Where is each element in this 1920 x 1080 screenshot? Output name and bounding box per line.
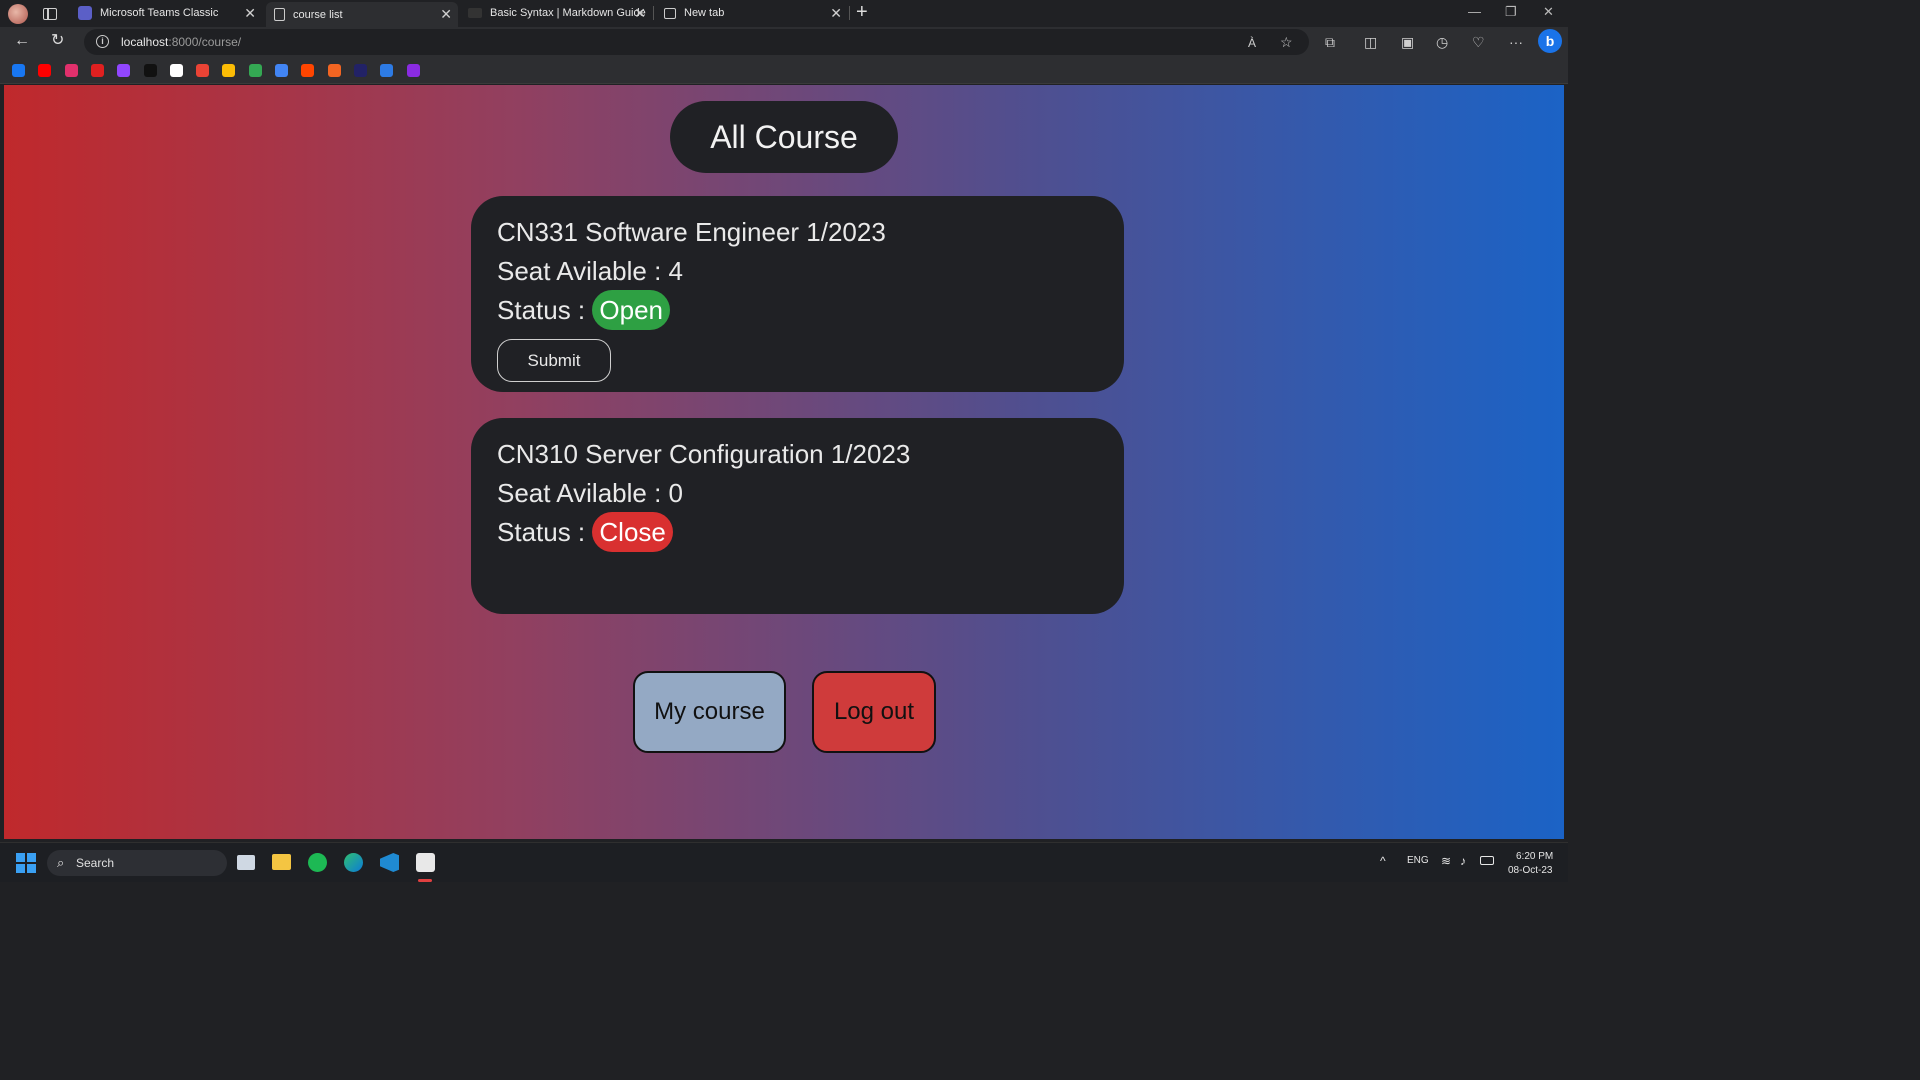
page-title: All Course (670, 101, 898, 173)
new-tab-page-icon (664, 7, 676, 19)
wifi-icon[interactable]: ≋ (1441, 854, 1451, 868)
translate-bookmark-icon[interactable] (275, 64, 288, 77)
gmail-bookmark-icon[interactable] (196, 64, 210, 77)
close-tab-icon[interactable]: ✕ (440, 6, 452, 23)
tab-course-list[interactable]: course list ✕ (266, 2, 458, 27)
active-app-indicator (418, 879, 432, 882)
status-row: Status : Close (497, 512, 1124, 553)
tab-new-tab[interactable]: New tab ✕ (658, 2, 848, 24)
twitch-bookmark-icon[interactable] (117, 64, 131, 77)
seat-available: Seat Avilable : 0 (497, 478, 683, 508)
favorite-star-icon[interactable]: ☆ (1280, 34, 1293, 50)
photos-bookmark-icon[interactable] (222, 64, 236, 77)
extensions-icon[interactable]: ⧉ (1325, 34, 1335, 50)
windows-taskbar: ⌕ Search ^ ENG ≋ ♪ 6:20 PM 08-Oct-23 (0, 842, 1568, 882)
course-card: CN310 Server Configuration 1/2023 Seat A… (471, 418, 1124, 614)
logout-button[interactable]: Log out (812, 671, 936, 753)
battery-icon[interactable] (1480, 856, 1494, 865)
url-host: localhost (121, 35, 169, 49)
bing-copilot-icon[interactable]: b (1538, 29, 1562, 53)
submit-button[interactable]: Submit (497, 339, 611, 382)
close-tab-icon[interactable]: ✕ (830, 5, 842, 22)
status-row: Status : Open (497, 290, 1124, 331)
tab-title: Microsoft Teams Classic (100, 7, 219, 19)
language-indicator[interactable]: ENG (1407, 855, 1429, 866)
tab-separator (653, 6, 654, 20)
course-title: CN331 Software Engineer 1/2023 (497, 217, 886, 247)
ls-bookmark-icon[interactable] (327, 64, 341, 77)
performance-icon[interactable]: ♡ (1472, 34, 1485, 50)
tab-title: New tab (684, 7, 725, 19)
split-screen-icon[interactable]: ◫ (1364, 34, 1377, 50)
window-close-icon[interactable]: ✕ (1543, 4, 1554, 20)
tab-markdown-guide[interactable]: Basic Syntax | Markdown Guide ✕ (462, 2, 652, 24)
tab-microsoft-teams[interactable]: Microsoft Teams Classic ✕ (72, 2, 262, 24)
history-icon[interactable]: ◷ (1436, 34, 1448, 50)
snipping-tool-icon[interactable] (416, 853, 435, 872)
dh-bookmark-icon[interactable] (353, 64, 367, 77)
url-path: :8000/course/ (168, 35, 242, 49)
collections-icon[interactable]: ▣ (1401, 34, 1414, 50)
tab-title: Basic Syntax | Markdown Guide (490, 7, 646, 19)
new-tab-plus-icon[interactable]: + (856, 2, 868, 22)
youtube-music-bookmark-icon[interactable] (90, 64, 104, 77)
drive-bookmark-icon[interactable] (248, 64, 262, 77)
status-label: Status : (497, 295, 586, 325)
volume-icon[interactable]: ♪ (1460, 854, 1466, 868)
page-viewport: All Course CN331 Software Engineer 1/202… (4, 85, 1564, 839)
tab-title: course list (293, 8, 343, 21)
show-hidden-icons-icon[interactable]: ^ (1380, 854, 1386, 868)
page-icon (274, 8, 285, 21)
restore-icon[interactable]: ❐ (1505, 4, 1517, 20)
clock-date[interactable]: 08-Oct-23 (1508, 865, 1552, 876)
edge-icon[interactable] (344, 853, 363, 872)
tab-separator (849, 6, 850, 20)
google-bookmark-icon[interactable] (169, 64, 183, 77)
more-menu-icon[interactable]: ··· (1509, 34, 1523, 50)
my-course-button[interactable]: My course (633, 671, 786, 753)
youtube-bookmark-icon[interactable] (38, 64, 52, 77)
status-label: Status : (497, 517, 586, 547)
address-bar[interactable]: i localhost:8000/course/ À ☆ (84, 29, 1309, 55)
close-tab-icon[interactable]: ✕ (634, 5, 646, 22)
windows-start-icon[interactable] (16, 853, 36, 873)
reddit-bookmark-icon[interactable] (301, 64, 315, 77)
task-view-icon[interactable] (237, 855, 255, 870)
profile-avatar[interactable] (8, 3, 28, 24)
course-title: CN310 Server Configuration 1/2023 (497, 439, 911, 469)
markdown-guide-icon (468, 8, 482, 18)
search-icon: ⌕ (57, 855, 65, 870)
site-info-icon[interactable]: i (96, 35, 109, 48)
tab-actions-icon[interactable] (43, 7, 57, 20)
read-aloud-icon[interactable]: À (1248, 35, 1256, 51)
purple-bookmark-icon[interactable] (406, 64, 420, 77)
file-explorer-icon[interactable] (272, 854, 291, 870)
clock-time[interactable]: 6:20 PM (1516, 851, 1553, 862)
course-card: CN331 Software Engineer 1/2023 Seat Avil… (471, 196, 1124, 392)
close-tab-icon[interactable]: ✕ (244, 5, 256, 22)
play-bookmark-icon[interactable] (380, 64, 394, 77)
reload-icon[interactable]: ↻ (51, 33, 64, 49)
url-text[interactable]: localhost:8000/course/ (121, 35, 241, 49)
browser-toolbar: ← ↻ i localhost:8000/course/ À ☆ ⧉ ◫ ▣ … (0, 27, 1568, 57)
facebook-bookmark-icon[interactable] (12, 64, 25, 77)
instagram-bookmark-icon[interactable] (64, 64, 78, 77)
search-placeholder: Search (76, 856, 115, 870)
back-arrow-icon[interactable]: ← (14, 33, 30, 49)
status-badge: Close (592, 512, 673, 553)
seat-available: Seat Avilable : 4 (497, 256, 683, 286)
taskbar-search[interactable]: ⌕ Search (47, 850, 227, 876)
x-bookmark-icon[interactable] (143, 64, 157, 77)
teams-icon (78, 6, 92, 20)
vscode-icon[interactable] (380, 853, 399, 872)
bookmarks-bar (0, 57, 1568, 84)
status-badge: Open (592, 290, 670, 331)
spotify-icon[interactable] (308, 853, 327, 872)
minimize-icon[interactable]: — (1468, 4, 1481, 19)
